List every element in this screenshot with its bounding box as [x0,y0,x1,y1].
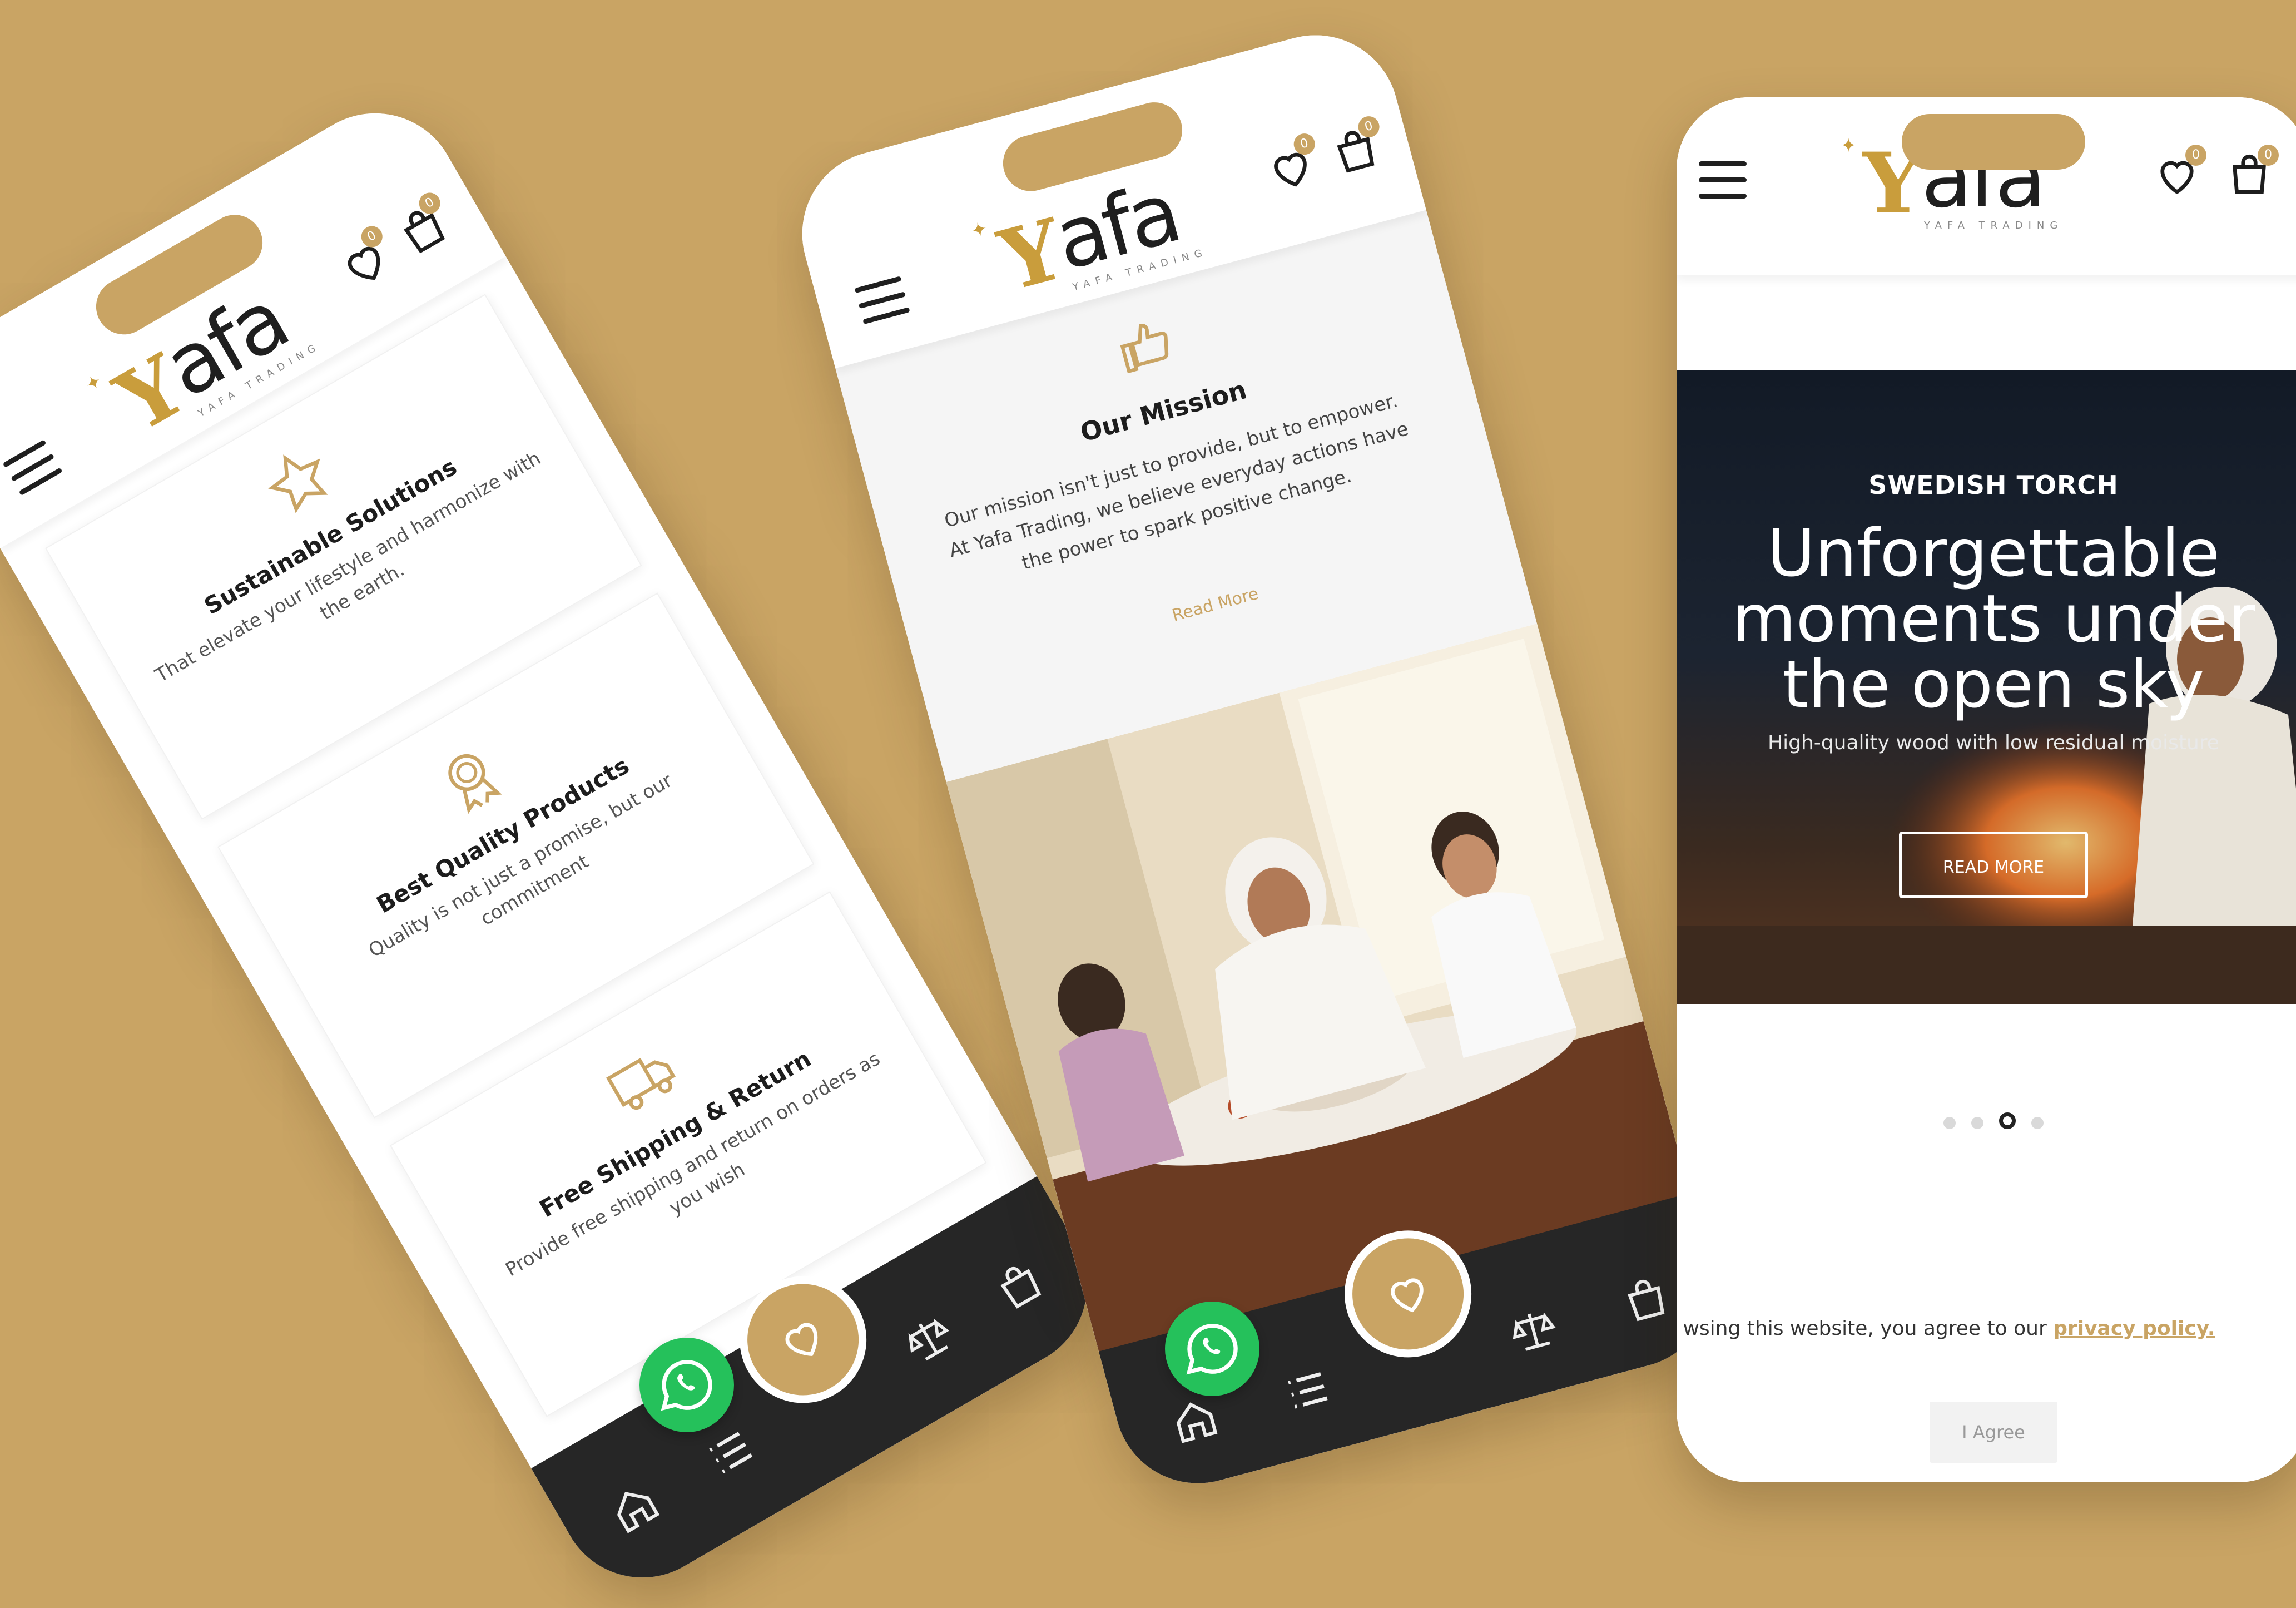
wishlist-count-badge: 0 [2185,145,2206,166]
heart-icon [1391,1278,1424,1313]
slide-subtitle: High-quality wood with low residual mois… [1768,731,2219,754]
list-icon[interactable] [1277,1360,1338,1421]
slider-pagination [1677,1112,2296,1131]
slide-kicker: SWEDISH TORCH [1868,470,2119,500]
logo-stars-icon: ✦ [81,369,107,397]
cookie-notice: wsing this website, you agree to our pri… [1677,1310,2283,1348]
logo-stars-icon: ✦ [969,217,990,243]
shopping-bag-icon[interactable] [1615,1269,1677,1330]
privacy-policy-link[interactable]: privacy policy. [2053,1317,2215,1340]
wishlist-button[interactable]: 0 [331,222,400,298]
whatsapp-icon [661,1360,712,1411]
slider-dot[interactable] [2031,1117,2044,1129]
cart-count-badge: 0 [2258,145,2279,166]
cookie-notice-text: wsing this website, you agree to our [1683,1317,2047,1340]
slider-dot[interactable] [1943,1117,1956,1129]
scale-icon[interactable] [894,1304,963,1373]
slide-title: Unforgettable moments under the open sky [1732,514,2255,723]
menu-hamburger-icon[interactable] [2,439,63,497]
read-more-button[interactable]: READ MORE [1899,832,2088,898]
whatsapp-button[interactable] [1165,1302,1259,1396]
whatsapp-button[interactable] [639,1338,734,1432]
logo-stars-icon: ✦ [1841,135,1857,157]
menu-hamburger-icon[interactable] [854,276,910,326]
hero-slide: SWEDISH TORCH Unforgettable moments unde… [1677,370,2296,1004]
slider-dot[interactable] [1971,1117,1983,1129]
logo-tagline: YAFA TRADING [1924,220,2064,231]
home-icon[interactable] [601,1474,669,1542]
slider-dot-active[interactable] [1999,1112,2016,1129]
agree-button[interactable]: I Agree [1930,1402,2057,1463]
home-icon[interactable] [1164,1390,1226,1451]
phone-mockup-hero: ✦ Y afa YAFA TRADING 0 0 SWEDISH TORCH U… [1677,97,2296,1482]
shopping-bag-icon[interactable] [985,1251,1054,1320]
wishlist-button[interactable]: 0 [1261,131,1322,199]
heart-icon [785,1323,818,1356]
list-icon[interactable] [697,1418,765,1487]
cart-button[interactable]: 0 [2224,145,2279,200]
cart-button[interactable]: 0 [389,189,458,264]
whatsapp-icon [1186,1324,1238,1375]
wishlist-button[interactable]: 0 [2152,145,2206,200]
menu-hamburger-icon[interactable] [1699,161,1747,200]
scale-icon[interactable] [1502,1299,1564,1360]
cart-button[interactable]: 0 [1325,113,1386,182]
phone-notch [1902,114,2085,170]
